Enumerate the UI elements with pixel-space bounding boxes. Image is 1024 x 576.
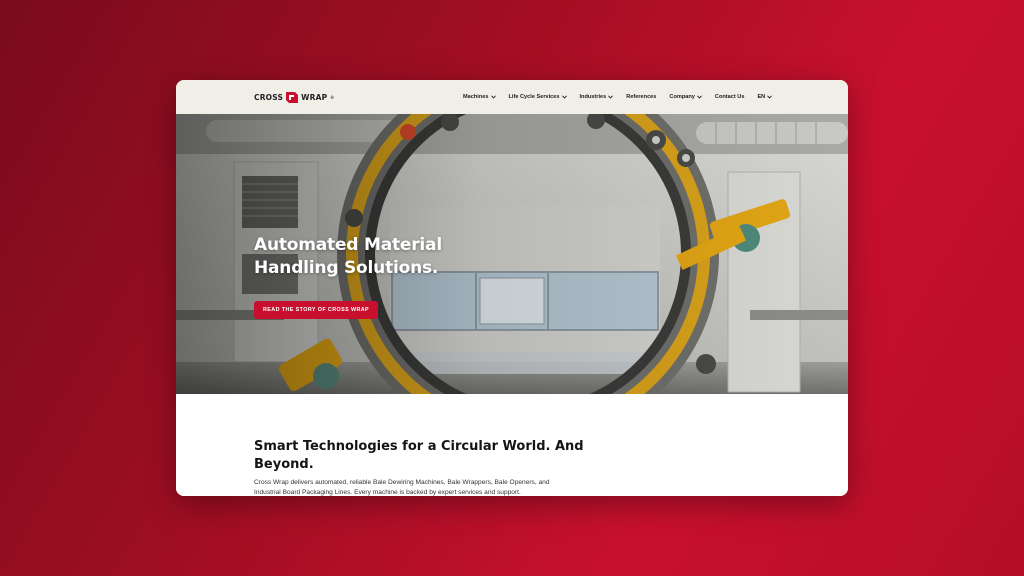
chevron-down-icon [767,95,773,99]
chevron-down-icon [608,95,614,99]
top-navigation: CROSS WRAP ® Machines Life Cycle Service… [176,80,848,114]
nav-item-contact-us[interactable]: Contact Us [715,94,745,100]
nav-item-machines[interactable]: Machines [463,94,496,100]
chevron-down-icon [697,95,702,99]
main-menu: Machines Life Cycle Services Industries … [463,80,773,114]
read-story-button[interactable]: READ THE STORY OF CROSS WRAP [254,301,379,319]
nav-item-company[interactable]: Company [669,94,702,100]
nav-item-industries[interactable]: Industries [580,94,614,100]
cross-wrap-logo[interactable]: CROSS WRAP ® [254,90,334,104]
nav-label: Life Cycle Services [508,94,560,100]
logo-text-left: CROSS [254,92,284,102]
chevron-down-icon [561,95,567,99]
nav-label: Contact Us [714,94,745,100]
hero-section: Automated Material Handling Solutions. R… [176,114,848,394]
logo-mark-icon [286,91,299,103]
nav-label: References [626,94,657,100]
browser-page-card: CROSS WRAP ® Machines Life Cycle Service… [176,80,848,496]
intro-section: Smart Technologies for a Circular World.… [176,394,848,496]
chevron-down-icon [490,95,496,99]
logo-text-right: WRAP [301,92,328,102]
logo-trademark: ® [330,94,335,100]
language-selector[interactable]: EN [757,94,773,100]
hero-title-line-2: Handling Solutions. [254,258,439,278]
nav-label: Machines [463,94,489,100]
hero-title: Automated Material Handling Solutions. [254,234,494,280]
intro-heading-line-1: Smart Technologies for a Circular World.… [254,439,584,454]
nav-item-life-cycle-services[interactable]: Life Cycle Services [509,94,567,100]
nav-label: EN [757,94,766,100]
intro-heading: Smart Technologies for a Circular World.… [254,438,614,474]
nav-label: Industries [579,94,607,100]
nav-item-references[interactable]: References [626,94,656,100]
nav-label: Company [669,94,695,100]
intro-paragraph: Cross Wrap delivers automated, reliable … [254,478,604,496]
hero-title-line-1: Automated Material [254,235,442,255]
intro-paragraph-line-1: Cross Wrap delivers automated, reliable … [254,479,550,486]
intro-paragraph-line-2: Industrial Board Packaging Lines. Every … [254,489,521,496]
intro-heading-line-2: Beyond. [254,457,314,472]
